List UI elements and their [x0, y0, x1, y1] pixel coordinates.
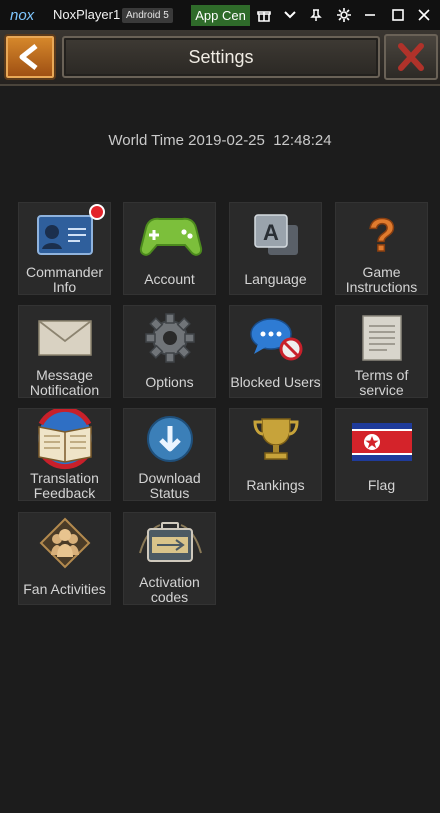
tile-label: codes	[150, 589, 189, 605]
settings-header: Settings	[0, 30, 440, 86]
tile-label: Rankings	[246, 477, 305, 493]
gear-icon	[145, 313, 195, 363]
emulator-title-bar: nox NoxPlayer1 6... Android 5 App Cen	[0, 0, 440, 30]
tile-fan-activities[interactable]: Fan Activities	[18, 512, 111, 605]
world-time-label: World Time	[108, 132, 184, 149]
trophy-icon	[253, 418, 299, 460]
download-arrow-icon	[147, 416, 193, 462]
tile-label: Commander	[25, 264, 104, 280]
tile-label: Status	[149, 485, 190, 501]
notification-dot	[89, 204, 105, 220]
tile-label: Options	[145, 374, 194, 390]
tile-commander-info[interactable]: Commander Info	[18, 202, 111, 295]
gift-icon[interactable]	[256, 7, 272, 23]
tile-download-status[interactable]: Download Status	[123, 408, 216, 501]
tile-label: Message	[36, 367, 93, 383]
tile-label: Translation	[30, 470, 99, 486]
gift-briefcase-icon	[139, 522, 202, 562]
gamepad-icon	[139, 217, 203, 256]
close-x-icon	[398, 43, 424, 71]
maximize-icon[interactable]	[390, 7, 406, 23]
svg-text:nox: nox	[10, 7, 35, 24]
tile-message-notification[interactable]: Message Notification	[18, 305, 111, 398]
tile-terms-of-service[interactable]: Terms of service	[335, 305, 428, 398]
world-time-clock: 12:48:24	[273, 132, 332, 149]
tile-translation-feedback[interactable]: Translation Feedback	[18, 408, 111, 501]
tile-blocked-users[interactable]: Blocked Users	[229, 305, 322, 398]
back-button[interactable]	[4, 34, 56, 80]
fan-group-icon	[39, 517, 91, 569]
document-icon	[362, 315, 402, 361]
close-window-icon[interactable]	[416, 7, 432, 23]
close-button[interactable]	[384, 34, 438, 80]
nox-logo-icon: nox	[10, 7, 35, 24]
svg-text:?: ?	[368, 209, 396, 261]
language-a-icon: A	[254, 214, 298, 255]
tile-game-instructions[interactable]: ? Game Instructions	[335, 202, 428, 295]
pin-icon[interactable]	[308, 7, 324, 23]
world-time-date: 2019-02-25	[188, 132, 265, 149]
envelope-icon	[38, 320, 92, 356]
tile-label: Info	[52, 279, 77, 295]
tile-label: Download	[138, 470, 201, 486]
tile-label: Fan Activities	[23, 581, 106, 597]
world-time: World Time 2019-02-25 12:48:24	[0, 132, 440, 149]
minimize-icon[interactable]	[362, 7, 378, 23]
tile-label: Instructions	[345, 279, 418, 295]
chevron-down-icon[interactable]	[282, 7, 298, 23]
tile-label: Blocked Users	[230, 374, 321, 390]
blocked-chat-icon	[250, 318, 303, 361]
tile-account[interactable]: Account	[123, 202, 216, 295]
tile-activation-codes[interactable]: Activation codes	[123, 512, 216, 605]
android-version-badge: Android 5	[122, 8, 173, 23]
page-title: Settings	[188, 47, 254, 67]
tile-label: Game	[362, 264, 401, 280]
tile-label: service	[359, 382, 404, 398]
tile-label: Language	[244, 271, 307, 287]
tile-label: Notification	[29, 382, 100, 398]
app-center-button[interactable]: App Cen	[191, 5, 250, 26]
tile-language[interactable]: A Language	[229, 202, 322, 295]
tile-label: Terms of	[354, 367, 409, 383]
tile-label: Account	[144, 271, 195, 287]
tile-flag[interactable]: Flag	[335, 408, 428, 501]
flag-icon	[352, 423, 412, 461]
back-arrow-icon	[19, 44, 38, 70]
tile-label: Flag	[367, 477, 396, 493]
book-globe-icon	[38, 409, 92, 470]
tile-rankings[interactable]: Rankings	[229, 408, 322, 501]
tile-options[interactable]: Options	[123, 305, 216, 398]
svg-text:A: A	[263, 220, 279, 245]
question-mark-icon: ?	[367, 208, 397, 262]
tile-label: Activation	[139, 574, 200, 590]
tile-label: Feedback	[33, 485, 96, 501]
gear-settings-icon[interactable]	[336, 7, 352, 23]
